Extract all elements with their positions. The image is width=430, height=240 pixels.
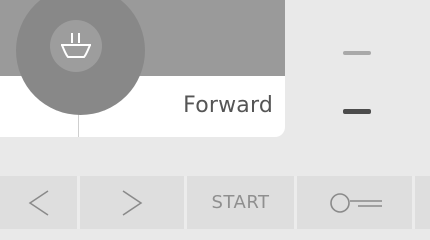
chevron-right-icon (122, 189, 143, 216)
start-button[interactable]: START (187, 176, 297, 229)
direction-label: Forward (183, 93, 273, 118)
wash-basin-pause-icon (61, 33, 91, 58)
previous-button[interactable] (0, 176, 80, 229)
level-indicator-upper (343, 51, 371, 55)
chevron-left-icon (28, 189, 48, 216)
level-indicator-lower (343, 109, 371, 114)
key-button[interactable] (297, 176, 415, 229)
bottom-toolbar: START (0, 176, 430, 229)
next-button[interactable] (80, 176, 187, 229)
wash-knob-center (50, 20, 102, 72)
toolbar-overflow-button[interactable] (415, 176, 430, 229)
key-icon (329, 192, 382, 213)
